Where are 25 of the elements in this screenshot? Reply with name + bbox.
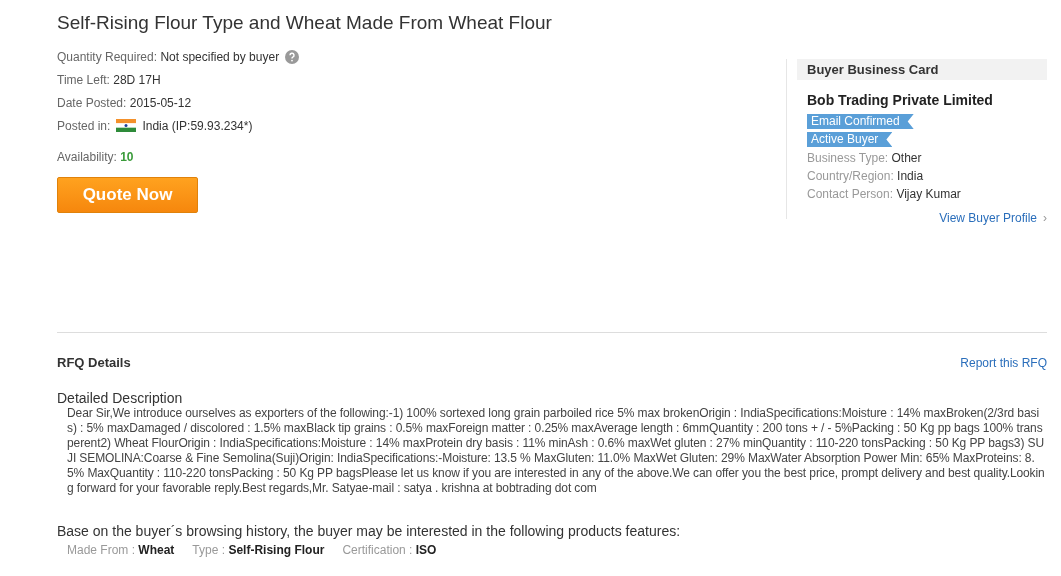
- description-heading: Detailed Description: [57, 390, 184, 406]
- feature-text: Made From : Wheat: [67, 543, 175, 557]
- status-badge: Email Confirmed: [807, 114, 914, 129]
- features-intro: Base on the buyer´s browsing history, the buyer may be interested in the following products features:: [57, 523, 682, 539]
- detail-text: Business Type: Other: [807, 150, 923, 167]
- flag-icon: [116, 119, 137, 132]
- feature-text: Type : Self-Rising Flour: [192, 543, 325, 557]
- page-title: Self-Rising Flour Type and Wheat Made From Wheat Flour: [57, 12, 553, 34]
- report-link[interactable]: Report this RFQ: [960, 355, 1047, 370]
- info-text: Posted in:: [57, 118, 111, 133]
- status-badge: Active Buyer: [807, 132, 893, 147]
- location-text: India (IP:59.93.234*): [142, 118, 253, 133]
- availability-text: Availability: 10: [57, 149, 134, 164]
- description-text: Dear Sir,We introduce ourselves as exporters of the following:-1) 100% sortexed long grain parboiled rice 5% max brokenOrigin : IndiaSpecifications:Moisture : 14% maxBroken(2/3rd basis) : 5% maxDamaged / discolored : 1.5% maxBlack tip grains : 0.5% maxForeign matter : 0.25% maxAverage length : 6mmQuantity : 200 tons + / - 5%Packing : 50 Kg pp bags 100% transperent2) Wheat FlourOrigin : IndiaSpecifications:Moisture : 14% maxProtein dry basis : 11% minAsh : 0.6% maxWet gluten : 27% minQuantity : 110-220 tonsPacking : 50 Kg PP bags3) SUJI SEMOLINA:Coarse & Fine Semolina(Suji)Origin: IndiaSpecifications:-Moisture: 13.5 % MaxGluten: 11.0% MaxWet Gluten: 29% MaxWater Absorption Power Min: 65% MaxProteins: 8.5% MaxQuantity : 110-220 tonsPacking : 50 Kg PP bagsPlease let us know if you are interested in any of the above.We can offer you the best price, prompt delivery and best quality.Looking forward for your favorable reply.Best regards,Mr. Satyae-mail : satya . krishna at bobtrading dot com: [67, 406, 1046, 496]
- section-heading: RFQ Details: [57, 355, 131, 370]
- detail-text: Country/Region: India: [807, 168, 925, 185]
- info-text: Quantity Required: Not specified by buyer: [57, 49, 280, 64]
- feature-text: Certification : ISO: [342, 543, 437, 557]
- info-text: Time Left: 28D 17H: [57, 72, 161, 87]
- help-icon[interactable]: [285, 49, 300, 64]
- view-profile-link[interactable]: View Buyer Profile ›: [939, 211, 1047, 225]
- card-heading: Buyer Business Card: [797, 59, 1047, 80]
- info-text: Date Posted: 2015-05-12: [57, 95, 192, 110]
- detail-text: Contact Person: Vijay Kumar: [807, 186, 962, 203]
- company-name: Bob Trading Private Limited: [807, 92, 994, 108]
